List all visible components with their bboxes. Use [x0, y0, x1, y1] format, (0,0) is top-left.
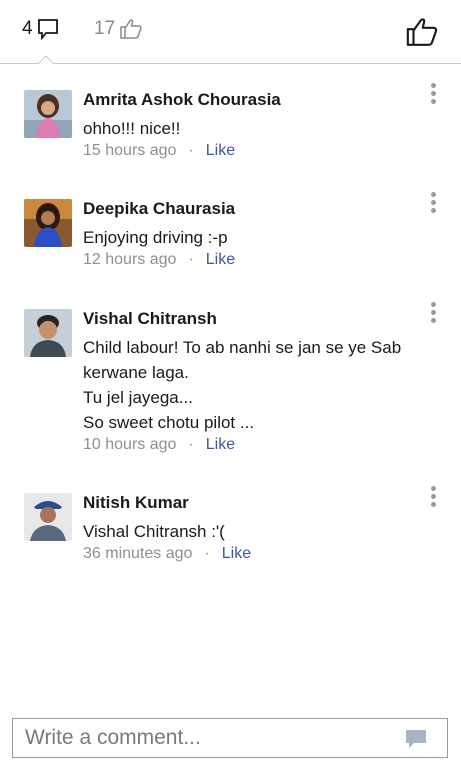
thumbs-up-icon	[120, 19, 142, 39]
comment-text: Vishal Chitransh :'(	[83, 522, 225, 541]
likes-count: 17	[94, 18, 116, 39]
meta-separator: ·	[188, 142, 194, 159]
meta-separator: ·	[204, 545, 210, 562]
comment-text-line: So sweet chotu pilot ...	[83, 413, 255, 432]
comment-author[interactable]: Nitish Kumar	[83, 493, 189, 513]
comment-like-link[interactable]: Like	[206, 251, 235, 268]
more-options-icon[interactable]	[427, 80, 439, 110]
comments-count: 4	[22, 18, 33, 39]
comment-meta: 12 hours ago · Like	[83, 251, 235, 269]
like-post-button[interactable]	[405, 16, 439, 48]
comment-composer	[12, 718, 448, 758]
header-divider	[0, 63, 461, 64]
comment-input[interactable]	[13, 719, 395, 757]
comment-author[interactable]: Amrita Ashok Chourasia	[83, 90, 281, 110]
top-bar: 4 17	[0, 0, 461, 64]
tab-likes[interactable]: 17	[94, 18, 143, 40]
more-options-icon[interactable]	[427, 189, 439, 219]
tab-comments[interactable]: 4	[22, 18, 59, 40]
comment-text: Child labour! To ab nanhi se jan se ye S…	[83, 335, 433, 435]
active-tab-pointer	[38, 55, 54, 64]
meta-separator: ·	[188, 436, 194, 453]
comment-meta: 10 hours ago · Like	[83, 436, 235, 454]
send-comment-icon[interactable]	[405, 729, 427, 749]
comment-meta: 36 minutes ago · Like	[83, 545, 251, 563]
comment-time: 10 hours ago	[83, 436, 177, 453]
avatar[interactable]	[24, 309, 72, 357]
comment-text: ohho!!! nice!!	[83, 119, 181, 138]
comment-time: 15 hours ago	[83, 142, 177, 159]
comment-author[interactable]: Deepika Chaurasia	[83, 199, 235, 219]
comment-time: 36 minutes ago	[83, 545, 193, 562]
avatar[interactable]	[24, 90, 72, 138]
comment-like-link[interactable]: Like	[206, 436, 235, 453]
comment-like-link[interactable]: Like	[222, 545, 251, 562]
more-options-icon[interactable]	[427, 483, 439, 513]
more-options-icon[interactable]	[427, 299, 439, 329]
comment-meta: 15 hours ago · Like	[83, 142, 235, 160]
meta-separator: ·	[188, 251, 194, 268]
comment-like-link[interactable]: Like	[206, 142, 235, 159]
comment-icon	[37, 19, 58, 40]
comment-text: Enjoying driving :-p	[83, 228, 228, 247]
avatar[interactable]	[24, 199, 72, 247]
avatar[interactable]	[24, 493, 72, 541]
comment-author[interactable]: Vishal Chitransh	[83, 309, 217, 329]
comment-time: 12 hours ago	[83, 251, 177, 268]
comment-text-line: Child labour! To ab nanhi se jan se ye S…	[83, 338, 402, 382]
comment-text-line: Tu jel jayega...	[83, 388, 193, 407]
thumbs-up-icon	[406, 18, 438, 46]
